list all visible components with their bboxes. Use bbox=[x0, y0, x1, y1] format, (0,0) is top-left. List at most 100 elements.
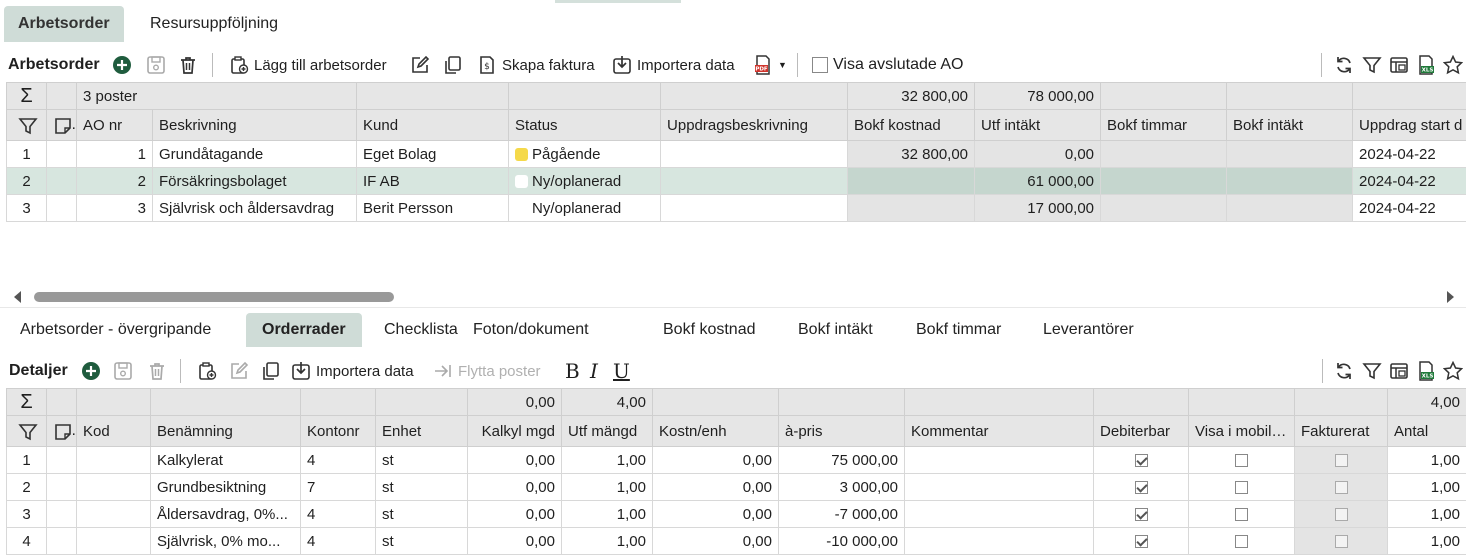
columns-button[interactable] bbox=[1389, 356, 1409, 386]
delete-button[interactable] bbox=[178, 50, 198, 80]
tab-bokf-kostnad[interactable]: Bokf kostnad bbox=[647, 313, 772, 347]
copy-button[interactable] bbox=[443, 50, 463, 80]
col-header-debiterbar[interactable]: Debiterbar bbox=[1093, 415, 1189, 447]
italic-button[interactable]: I bbox=[590, 356, 598, 386]
visa-i-mobilen-checkbox[interactable] bbox=[1235, 481, 1248, 495]
scrollbar-thumb[interactable] bbox=[34, 292, 394, 302]
col-header-bokf-timmar[interactable]: Bokf timmar bbox=[1100, 109, 1228, 141]
top-strip bbox=[555, 0, 681, 3]
add-from-clipboard-button[interactable] bbox=[197, 356, 217, 386]
status-dot bbox=[515, 147, 529, 161]
import-data-button[interactable]: Importera data bbox=[612, 50, 735, 80]
edit-icon bbox=[410, 55, 430, 75]
table-row[interactable]: 3 Åldersavdrag, 0%... 4 st 0,00 1,00 0,0… bbox=[6, 500, 1466, 528]
tab-orderrader[interactable]: Orderrader bbox=[246, 313, 362, 347]
col-header-uppdrag-start[interactable]: Uppdrag start d bbox=[1352, 109, 1466, 141]
add-work-order-button[interactable]: Lägg till arbetsorder bbox=[229, 50, 387, 80]
col-header-a-pris[interactable]: à-pris bbox=[778, 415, 905, 447]
bold-button[interactable]: B bbox=[565, 356, 580, 386]
col-header-kod[interactable]: Kod bbox=[76, 415, 151, 447]
filter-button[interactable] bbox=[1362, 50, 1382, 80]
save-button[interactable] bbox=[113, 356, 133, 386]
delete-button[interactable] bbox=[147, 356, 167, 386]
debiterbar-checkbox[interactable] bbox=[1134, 454, 1148, 468]
table-row[interactable]: 2 Grundbesiktning 7 st 0,00 1,00 0,00 3 … bbox=[6, 473, 1466, 501]
move-records-button[interactable]: Flytta poster bbox=[433, 356, 541, 386]
visa-i-mobilen-checkbox[interactable] bbox=[1235, 535, 1248, 549]
visa-i-mobilen-checkbox[interactable] bbox=[1235, 508, 1248, 522]
col-header-ao-nr[interactable]: AO nr bbox=[76, 109, 153, 141]
col-header-kontonr[interactable]: Kontonr bbox=[300, 415, 376, 447]
col-header-kalkyl-mgd[interactable]: Kalkyl mgd bbox=[467, 415, 562, 447]
scroll-left-icon[interactable] bbox=[14, 291, 21, 303]
col-header-enhet[interactable]: Enhet bbox=[375, 415, 468, 447]
column-filter-button[interactable] bbox=[6, 415, 47, 447]
fakturerat-checkbox bbox=[1334, 454, 1348, 468]
col-header-uppdragsbeskrivning[interactable]: Uppdragsbeskrivning bbox=[660, 109, 849, 141]
tab-leverantorer[interactable]: Leverantörer bbox=[1027, 313, 1150, 347]
note-column-button[interactable] bbox=[46, 415, 77, 447]
excel-export-button[interactable]: XLS bbox=[1416, 50, 1436, 80]
col-header-kund[interactable]: Kund bbox=[356, 109, 510, 141]
show-closed-toggle[interactable]: Visa avslutade AO bbox=[812, 50, 963, 80]
col-header-bokf-kostnad[interactable]: Bokf kostnad bbox=[847, 109, 976, 141]
horizontal-scrollbar[interactable] bbox=[14, 289, 1460, 305]
debiterbar-checkbox[interactable] bbox=[1134, 481, 1148, 495]
detail-tabbar: Arbetsorder - övergripande Orderrader Ch… bbox=[0, 313, 1466, 347]
pdf-icon: PDF bbox=[753, 55, 773, 75]
table-row[interactable]: 3 3 Självrisk och åldersavdrag Berit Per… bbox=[6, 194, 1466, 222]
debiterbar-checkbox[interactable] bbox=[1134, 535, 1148, 549]
add-row-button[interactable] bbox=[81, 356, 101, 386]
favorite-button[interactable] bbox=[1443, 356, 1463, 386]
table-row[interactable]: 1 Kalkylerat 4 st 0,00 1,00 0,00 75 000,… bbox=[6, 446, 1466, 474]
note-column-button[interactable] bbox=[46, 109, 77, 141]
debiterbar-checkbox[interactable] bbox=[1134, 508, 1148, 522]
col-header-utf-mangd[interactable]: Utf mängd bbox=[561, 415, 653, 447]
scroll-right-icon[interactable] bbox=[1447, 291, 1454, 303]
divider bbox=[1322, 359, 1323, 383]
col-header-beskrivning[interactable]: Beskrivning bbox=[151, 109, 358, 141]
col-header-visa-i-mobilen[interactable]: Visa i mobilen bbox=[1188, 415, 1295, 447]
underline-button[interactable]: U bbox=[613, 356, 630, 386]
col-header-status[interactable]: Status bbox=[508, 109, 662, 141]
col-header-utf-intakt[interactable]: Utf intäkt bbox=[974, 109, 1102, 141]
col-header-benamning[interactable]: Benämning bbox=[150, 415, 301, 447]
tab-arbetsorder[interactable]: Arbetsorder bbox=[4, 6, 124, 42]
columns-button[interactable] bbox=[1389, 50, 1409, 80]
tab-foton-dokument[interactable]: Foton/dokument bbox=[457, 313, 605, 347]
edit-button[interactable] bbox=[229, 356, 249, 386]
col-header-kostn-enh[interactable]: Kostn/enh bbox=[652, 415, 779, 447]
header-row: Kod Benämning Kontonr Enhet Kalkyl mgd U… bbox=[6, 415, 1466, 447]
import-data-button[interactable]: Importera data bbox=[291, 356, 414, 386]
col-header-bokf-intakt[interactable]: Bokf intäkt bbox=[1226, 109, 1354, 141]
excel-export-button[interactable]: XLS bbox=[1416, 356, 1436, 386]
col-header-fakturerat[interactable]: Fakturerat bbox=[1294, 415, 1388, 447]
tab-bokf-intakt[interactable]: Bokf intäkt bbox=[782, 313, 889, 347]
tab-resursuppfoljning[interactable]: Resursuppföljning bbox=[136, 6, 292, 42]
tab-arbetsorder-overgripande[interactable]: Arbetsorder - övergripande bbox=[4, 313, 227, 347]
filter-button[interactable] bbox=[1362, 356, 1382, 386]
save-button[interactable] bbox=[146, 50, 166, 80]
table-row[interactable]: 1 1 Grundåtagande Eget Bolag Pågående 32… bbox=[6, 140, 1466, 168]
favorite-button[interactable] bbox=[1443, 50, 1463, 80]
col-header-antal[interactable]: Antal bbox=[1387, 415, 1466, 447]
col-header-kommentar[interactable]: Kommentar bbox=[904, 415, 1094, 447]
refresh-button[interactable] bbox=[1334, 356, 1354, 386]
column-filter-button[interactable] bbox=[6, 109, 47, 141]
pdf-export-dropdown[interactable]: PDF ▼ bbox=[753, 50, 787, 80]
show-closed-checkbox[interactable] bbox=[812, 57, 828, 73]
tab-bokf-timmar[interactable]: Bokf timmar bbox=[900, 313, 1017, 347]
trash-icon bbox=[147, 361, 167, 381]
show-closed-label: Visa avslutade AO bbox=[833, 56, 964, 73]
table-row[interactable]: 4 Självrisk, 0% mo... 4 st 0,00 1,00 0,0… bbox=[6, 527, 1466, 555]
refresh-button[interactable] bbox=[1334, 50, 1354, 80]
table-row[interactable]: 2 2 Försäkringsbolaget IF AB Ny/oplanera… bbox=[6, 167, 1466, 195]
edit-button[interactable] bbox=[410, 50, 430, 80]
create-invoice-button[interactable]: $ Skapa faktura bbox=[477, 50, 595, 80]
add-button[interactable] bbox=[112, 50, 132, 80]
table-settings-icon bbox=[1389, 361, 1409, 381]
visa-i-mobilen-checkbox[interactable] bbox=[1235, 454, 1248, 468]
copy-button[interactable] bbox=[261, 356, 281, 386]
header-row: AO nr Beskrivning Kund Status Uppdragsbe… bbox=[6, 109, 1466, 141]
create-invoice-label: Skapa faktura bbox=[502, 56, 595, 74]
